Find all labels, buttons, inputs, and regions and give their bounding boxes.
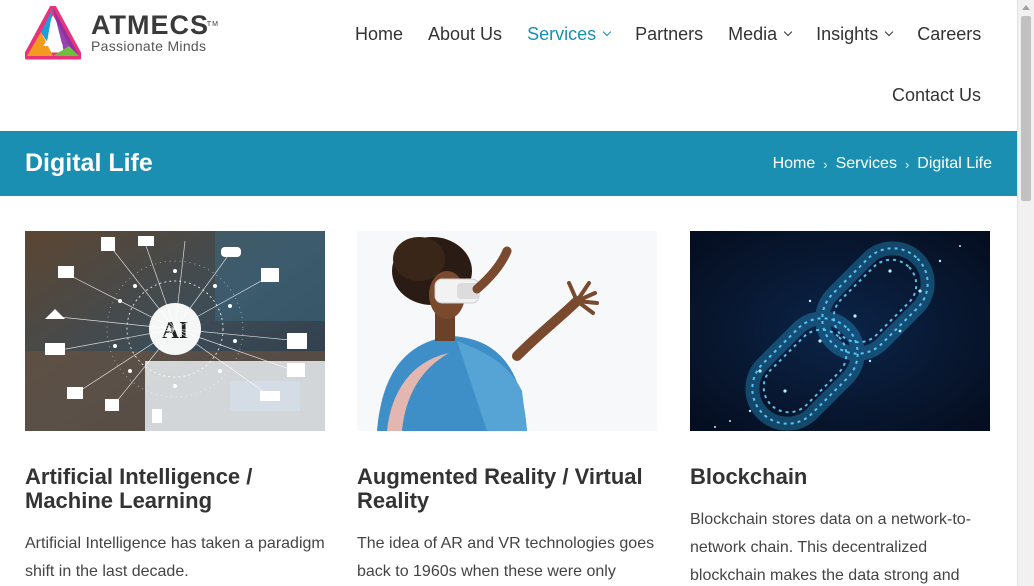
site-header: ATMECS TM Passionate Minds Home About Us … bbox=[0, 0, 1017, 131]
card-text: The idea of AR and VR technologies goes … bbox=[357, 535, 655, 580]
page-banner: Digital Life Home › Services › Digital L… bbox=[0, 131, 1017, 196]
card-text: Blockchain stores data on a network-to-n… bbox=[690, 511, 972, 584]
card-title[interactable]: Artificial Intelligence / Machine Learni… bbox=[25, 465, 325, 513]
breadcrumb-services[interactable]: Services bbox=[836, 155, 897, 173]
scroll-up-icon[interactable] bbox=[1022, 5, 1030, 10]
brand-name: ATMECS TM bbox=[91, 10, 219, 40]
card-text: Artificial Intelligence has taken a para… bbox=[25, 535, 325, 580]
main-nav: Home About Us Services Partners Media In… bbox=[355, 24, 1006, 45]
service-card-blockchain: Blockchain Blockchain stores data on a n… bbox=[690, 231, 990, 586]
nav-home[interactable]: Home bbox=[355, 24, 403, 45]
card-title[interactable]: Augmented Reality / Virtual Reality bbox=[357, 465, 657, 513]
trademark-mark: TM bbox=[206, 21, 219, 28]
nav-services[interactable]: Services bbox=[527, 24, 612, 45]
card-title[interactable]: Blockchain bbox=[690, 465, 990, 489]
brand-tagline: Passionate Minds bbox=[91, 38, 207, 54]
scrollbar-thumb[interactable] bbox=[1021, 16, 1031, 201]
chevron-down-icon bbox=[884, 27, 894, 36]
chevron-down-icon bbox=[783, 27, 793, 36]
nav-partners[interactable]: Partners bbox=[635, 24, 703, 45]
service-card-ar-vr: Augmented Reality / Virtual Reality The … bbox=[357, 231, 657, 586]
nav-contact-us[interactable]: Contact Us bbox=[892, 85, 981, 106]
breadcrumb: Home › Services › Digital Life bbox=[773, 155, 992, 173]
atmecs-logo-icon bbox=[25, 6, 81, 60]
breadcrumb-home[interactable]: Home bbox=[773, 155, 816, 173]
breadcrumb-current: Digital Life bbox=[917, 155, 992, 172]
page-scrollbar[interactable] bbox=[1017, 0, 1034, 586]
page-title: Digital Life bbox=[25, 149, 153, 177]
blockchain-chain-image[interactable] bbox=[690, 231, 990, 431]
nav-insights[interactable]: Insights bbox=[816, 24, 894, 45]
nav-about-us[interactable]: About Us bbox=[428, 24, 502, 45]
ai-network-image[interactable]: AI bbox=[25, 231, 325, 431]
vr-headset-image[interactable] bbox=[357, 231, 657, 431]
service-card-ai: AI Artificial Intelligence / Machine Lea… bbox=[25, 231, 325, 586]
chevron-down-icon bbox=[602, 27, 612, 36]
brand-logo[interactable]: ATMECS TM Passionate Minds bbox=[25, 6, 225, 60]
breadcrumb-separator: › bbox=[904, 156, 910, 172]
nav-careers[interactable]: Careers bbox=[917, 24, 981, 45]
breadcrumb-separator: › bbox=[823, 156, 828, 172]
nav-media[interactable]: Media bbox=[728, 24, 793, 45]
